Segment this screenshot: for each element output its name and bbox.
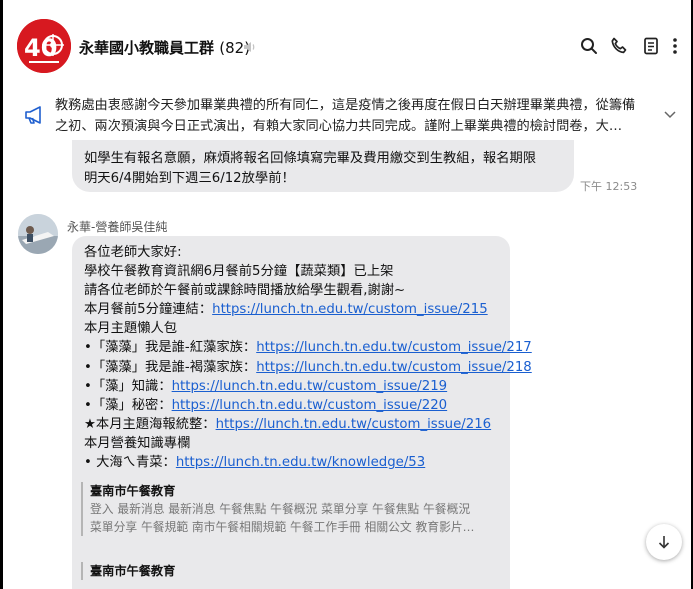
mute-icon bbox=[244, 42, 255, 52]
message-line: 本月餐前5分鐘連結：https://lunch.tn.edu.tw/custom… bbox=[84, 302, 488, 318]
chat-messages: 如學生有報名意願，麻煩將報名回條填寫完畢及費用繳交到生教組，報名期限 明天6/4… bbox=[3, 140, 691, 589]
link[interactable]: https://lunch.tn.edu.tw/custom_issue/218 bbox=[256, 360, 532, 375]
chat-header: 40 永華國小教職員工群 (82) bbox=[3, 0, 691, 92]
group-avatar[interactable]: 40 bbox=[17, 19, 71, 73]
link[interactable]: https://lunch.tn.edu.tw/custom_issue/219 bbox=[172, 379, 448, 394]
link[interactable]: https://lunch.tn.edu.tw/custom_issue/220 bbox=[172, 398, 448, 413]
previous-message-bubble[interactable]: 如學生有報名意願，麻煩將報名回條填寫完畢及費用繳交到生教組，報名期限 明天6/4… bbox=[72, 140, 574, 192]
notes-button[interactable] bbox=[639, 34, 663, 58]
anniversary-logo-icon: 40 bbox=[17, 19, 71, 73]
group-title: 永華國小教職員工群 (82) bbox=[79, 37, 250, 58]
message-line: 學校午餐教育資訊網6月餐前5分鐘【蔬菜類】已上架 bbox=[84, 264, 394, 280]
sender-name: 永華-營養師吳佳純 bbox=[67, 220, 168, 234]
call-button[interactable] bbox=[607, 34, 631, 58]
message-time: 下午 12:53 bbox=[580, 180, 638, 193]
message-line: ★本月主題海報統整：https://lunch.tn.edu.tw/custom… bbox=[84, 416, 492, 432]
message-bubble[interactable]: 各位老師大家好: 學校午餐教育資訊網6月餐前5分鐘【蔬菜類】已上架 請各位老師於… bbox=[72, 236, 532, 589]
message-line: 請各位老師於午餐前或課餘時間播放給學生觀看,謝謝~ bbox=[84, 283, 406, 299]
phone-icon bbox=[611, 37, 627, 54]
message-line: 各位老師大家好: bbox=[84, 245, 182, 260]
link-preview[interactable]: 臺南市午餐教育 bbox=[81, 562, 500, 580]
search-button[interactable] bbox=[577, 34, 601, 58]
link[interactable]: https://lunch.tn.edu.tw/custom_issue/215 bbox=[212, 302, 488, 317]
sender-photo-icon bbox=[18, 214, 58, 254]
link[interactable]: https://lunch.tn.edu.tw/custom_issue/216 bbox=[216, 417, 492, 432]
message-line: •「藻」知識：https://lunch.tn.edu.tw/custom_is… bbox=[84, 378, 448, 394]
message-line: 本月營養知識專欄 bbox=[84, 435, 191, 451]
message-line: 本月主題懶人包 bbox=[84, 321, 178, 337]
scroll-to-bottom-button[interactable] bbox=[646, 524, 682, 560]
link[interactable]: https://lunch.tn.edu.tw/knowledge/53 bbox=[176, 455, 425, 470]
link-preview-title: 臺南市午餐教育 bbox=[90, 564, 176, 578]
announcement-text: 教務處由衷感謝今天參加畢業典禮的所有同仁，這是疫情之後再度在假日白天辦理畢業典禮… bbox=[55, 98, 636, 134]
chevron-down-icon[interactable] bbox=[662, 106, 678, 122]
more-vertical-icon bbox=[673, 38, 677, 54]
search-icon bbox=[581, 38, 597, 54]
link-preview-description: 登入 最新消息 最新消息 午餐焦點 午餐概況 菜單分享 午餐焦點 午餐概況 bbox=[90, 502, 471, 516]
megaphone-icon bbox=[25, 106, 41, 124]
message-line: •「藻藻」我是誰-紅藻家族：https://lunch.tn.edu.tw/cu… bbox=[84, 340, 532, 356]
previous-message-line: 明天6/4開始到下週三6/12放學前！ bbox=[84, 171, 295, 186]
message-line: • 大海ㄟ青菜：https://lunch.tn.edu.tw/knowledg… bbox=[84, 455, 426, 471]
sender-avatar[interactable] bbox=[18, 214, 58, 254]
announcement-bar[interactable]: 教務處由衷感謝今天參加畢業典禮的所有同仁，這是疫情之後再度在假日白天辦理畢業典禮… bbox=[3, 92, 691, 140]
previous-message-line: 如學生有報名意願，麻煩將報名回條填寫完畢及費用繳交到生教組，報名期限 bbox=[84, 151, 537, 166]
message-line: •「藻」秘密：https://lunch.tn.edu.tw/custom_is… bbox=[84, 397, 448, 413]
link-preview-description: 菜單分享 午餐規範 南市午餐相關規範 午餐工作手冊 相關公文 教育影片… bbox=[90, 520, 475, 534]
link-preview[interactable]: 臺南市午餐教育 登入 最新消息 最新消息 午餐焦點 午餐概況 菜單分享 午餐焦點… bbox=[81, 482, 500, 536]
link-preview-title: 臺南市午餐教育 bbox=[90, 484, 176, 498]
link[interactable]: https://lunch.tn.edu.tw/custom_issue/217 bbox=[256, 340, 532, 355]
more-options-button[interactable] bbox=[663, 34, 687, 58]
notes-icon bbox=[644, 37, 658, 55]
message-line: •「藻藻」我是誰-褐藻家族：https://lunch.tn.edu.tw/cu… bbox=[84, 359, 532, 375]
group-name: 永華國小教職員工群 bbox=[79, 39, 215, 57]
arrow-down-icon bbox=[658, 536, 670, 549]
